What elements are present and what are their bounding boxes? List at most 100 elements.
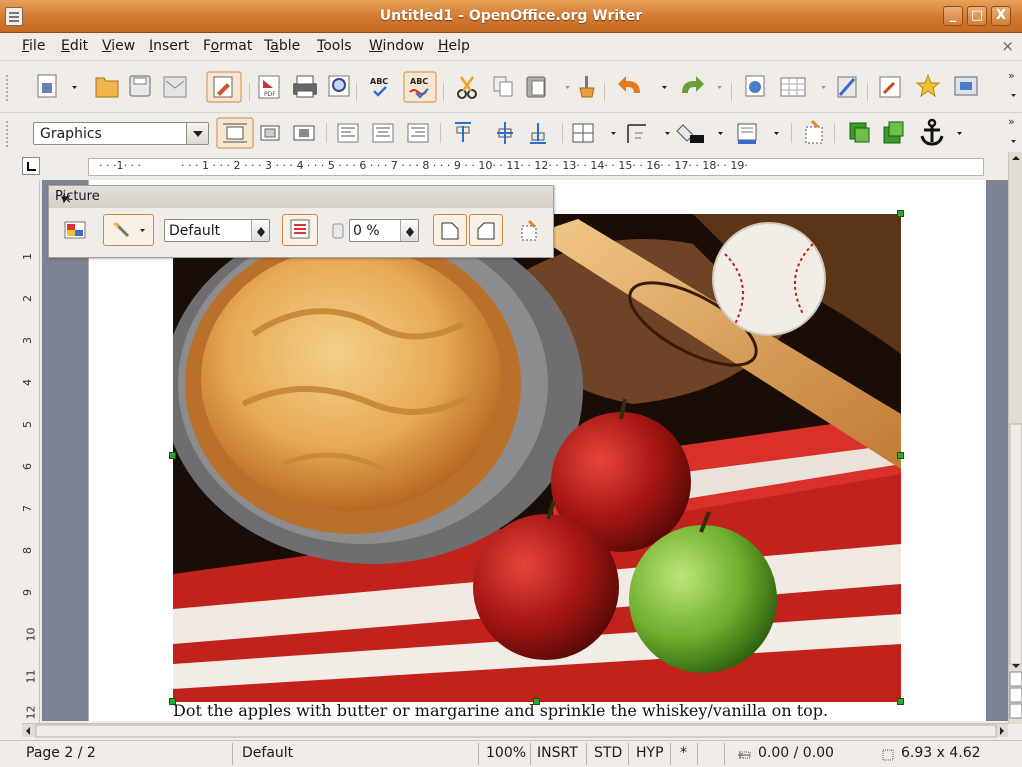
svg-text:ABC: ABC [410, 77, 428, 86]
from-file-icon[interactable] [64, 221, 86, 239]
title-bar[interactable]: Untitled1 - OpenOffice.org Writer _ □ X [0, 0, 1022, 33]
menu-window[interactable]: Window [369, 38, 424, 54]
align-center-icon[interactable] [372, 123, 394, 143]
zoom-level[interactable]: 100% [486, 745, 526, 761]
wrap-off-icon[interactable] [223, 123, 247, 143]
window-title: Untitled1 - OpenOffice.org Writer [379, 8, 643, 24]
copy-icon[interactable] [493, 76, 513, 97]
previous-page-icon[interactable] [1009, 671, 1022, 687]
hyperlink-mode[interactable]: HYP [636, 745, 664, 761]
new-dropdown-icon[interactable] [72, 86, 77, 89]
page-count[interactable]: Page 2 / 2 [26, 745, 96, 761]
wrap-page-icon[interactable] [260, 125, 280, 141]
insert-mode[interactable]: INSRT [537, 745, 578, 761]
menu-format[interactable]: Format [203, 38, 252, 54]
menu-insert[interactable]: Insert [149, 38, 189, 54]
border-color-icon[interactable] [676, 124, 704, 143]
vertical-scrollbar[interactable] [1008, 152, 1022, 724]
frame-properties-icon[interactable] [805, 119, 823, 144]
graphics-mode-value: Default [169, 223, 221, 239]
flip-horizontal-button[interactable] [469, 214, 503, 246]
scroll-down-icon[interactable] [1012, 664, 1020, 668]
document-modified-indicator[interactable]: * [680, 745, 687, 761]
format-paintbrush-icon[interactable] [579, 76, 595, 98]
svg-text:PDF: PDF [264, 91, 276, 98]
paste-icon[interactable] [526, 76, 546, 98]
align-top-icon[interactable] [455, 122, 471, 142]
vertical-ruler[interactable]: 1 2 3 4 5 6 7 8 9 10 11 12 [21, 180, 40, 728]
transparency-field[interactable]: 0 % [349, 219, 419, 242]
filter-dropdown[interactable] [103, 214, 154, 246]
anchor-icon[interactable] [920, 118, 944, 146]
bring-to-front-icon[interactable] [849, 122, 870, 143]
menu-tools[interactable]: Tools [317, 38, 352, 54]
undo-icon[interactable] [618, 76, 640, 93]
resize-handle-bottom-right[interactable] [897, 698, 904, 705]
menu-help[interactable]: Help [438, 38, 470, 54]
crop-icon[interactable] [517, 218, 545, 248]
resize-handle-top-right[interactable] [897, 210, 904, 217]
edit-mode-icon[interactable] [213, 76, 233, 98]
next-page-icon[interactable] [1009, 703, 1022, 719]
align-right-icon[interactable] [407, 123, 429, 143]
gallery-icon[interactable] [879, 76, 901, 98]
vertical-scroll-thumb[interactable] [1009, 423, 1022, 665]
horizontal-ruler[interactable]: · · ·1· · · · · · 1 · · · 2 · · · 3 · · … [88, 158, 984, 176]
page-style[interactable]: Default [242, 745, 293, 761]
close-button[interactable]: X [991, 6, 1011, 26]
horizontal-scrollbar[interactable] [22, 723, 1008, 738]
wrap-through-icon[interactable] [293, 125, 315, 141]
resize-handle-left[interactable] [169, 452, 176, 459]
close-document-icon[interactable]: × [1001, 37, 1014, 55]
align-middle-icon[interactable] [497, 122, 513, 144]
redo-icon[interactable] [682, 76, 704, 93]
draw-functions-icon[interactable] [837, 76, 857, 98]
selection-mode[interactable]: STD [594, 745, 622, 761]
navigation-icon[interactable] [1009, 687, 1022, 703]
status-bar: Page 2 / 2 Default 100% INSRT STD HYP * … [0, 740, 1022, 767]
scroll-up-icon[interactable] [1012, 156, 1020, 160]
align-bottom-icon[interactable] [530, 123, 546, 144]
navigator-icon[interactable] [745, 75, 765, 97]
resize-handle-right[interactable] [897, 452, 904, 459]
horizontal-scroll-thumb[interactable] [35, 724, 997, 738]
svg-text:»: » [1008, 69, 1015, 82]
spellcheck-icon[interactable]: ABC [370, 77, 388, 97]
scroll-left-icon[interactable] [26, 727, 30, 735]
document-image[interactable] [173, 214, 901, 702]
scroll-right-icon[interactable] [1000, 727, 1004, 735]
background-color-icon[interactable] [737, 123, 757, 144]
table-icon[interactable] [780, 77, 806, 97]
new-document-icon[interactable] [37, 74, 57, 98]
flip-vertical-button[interactable] [433, 214, 467, 246]
line-style-icon[interactable] [627, 124, 646, 143]
document-paragraph[interactable]: Dot the apples with butter or margarine … [173, 701, 828, 720]
send-to-back-icon[interactable] [883, 121, 904, 144]
transparency-icon [332, 223, 344, 239]
transparency-spin-icon[interactable] [400, 220, 418, 241]
email-icon[interactable] [163, 76, 187, 98]
open-folder-icon[interactable] [95, 77, 119, 98]
graphics-mode-spin-icon[interactable] [251, 220, 269, 241]
color-button[interactable] [282, 214, 318, 246]
menu-table[interactable]: Table [264, 38, 300, 54]
minimize-button[interactable]: _ [943, 6, 963, 26]
svg-text:»: » [1008, 115, 1015, 128]
menu-edit[interactable]: Edit [61, 38, 88, 54]
graphics-mode-select[interactable]: Default [164, 219, 270, 242]
star-icon[interactable] [915, 73, 941, 98]
menu-file[interactable]: File [22, 38, 45, 54]
standard-toolbar: PDF ABC ABC » [0, 60, 1022, 112]
datasource-icon[interactable] [954, 76, 978, 96]
align-left-icon[interactable] [337, 123, 359, 143]
menu-view[interactable]: View [102, 38, 135, 54]
maximize-button[interactable]: □ [967, 6, 987, 26]
picture-toolbar: Picture ▾ × Default 0 % [48, 185, 554, 258]
tab-stop-selector[interactable] [22, 157, 40, 175]
print-icon[interactable] [293, 75, 317, 98]
page-preview-icon[interactable] [328, 75, 350, 97]
borders-icon[interactable] [572, 123, 594, 143]
save-icon[interactable] [129, 75, 151, 97]
cut-icon[interactable] [457, 76, 477, 99]
export-pdf-icon[interactable]: PDF [258, 75, 280, 99]
